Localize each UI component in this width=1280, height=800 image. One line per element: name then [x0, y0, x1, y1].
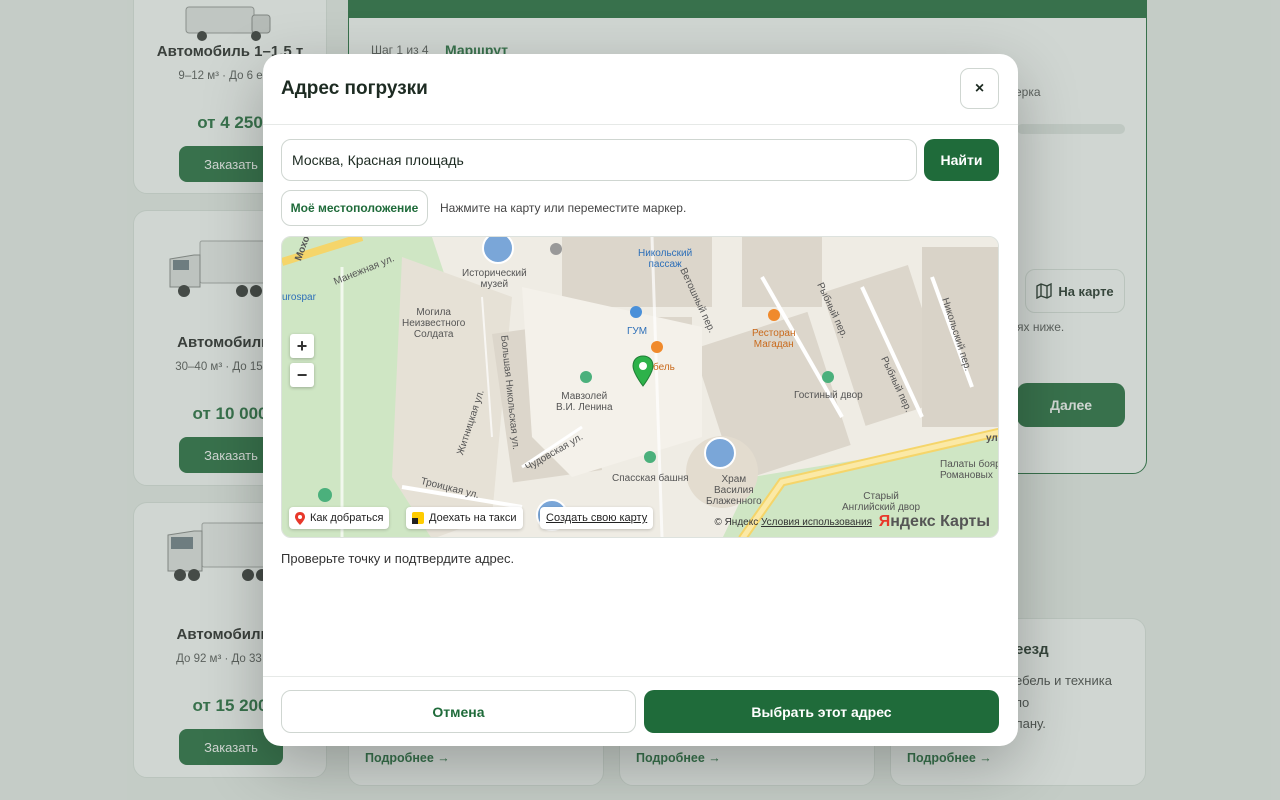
map-label: ГУМ [627, 326, 648, 337]
yandex-map[interactable]: Исторический музей Никольский пассаж ГУМ… [281, 236, 999, 538]
map-label: Храм Василия Блаженного [706, 474, 762, 507]
logo-letter: Я [878, 513, 891, 530]
route-label: Как добраться [310, 512, 384, 524]
street-label: ул [986, 433, 998, 444]
address-modal: Адрес погрузки × Найти Моё местоположени… [263, 54, 1018, 746]
pin-icon [295, 511, 305, 525]
map-label: Мавзолей В.И. Ленина [556, 391, 613, 413]
map-hint: Нажмите на карту или переместите маркер. [440, 201, 687, 215]
map-label: Палаты бояр Романовых [940, 459, 999, 481]
map-label: Ресторан Магадан [752, 328, 796, 350]
choose-address-button[interactable]: Выбрать этот адрес [644, 690, 999, 733]
route-button[interactable]: Как добраться [289, 507, 390, 529]
map-label: Гостиный двор [794, 390, 863, 401]
map-label: urospar [282, 292, 316, 303]
close-button[interactable]: × [960, 68, 999, 109]
yandex-maps-logo[interactable]: Яндекс Карты [879, 513, 990, 531]
copyright-text: © Яндекс [714, 517, 759, 528]
modal-title: Адрес погрузки [281, 78, 428, 99]
address-input[interactable] [281, 139, 917, 181]
create-map-label: Создать свою карту [546, 512, 648, 524]
location-marker-icon[interactable] [631, 355, 655, 389]
map-label: Старый Английский двор [842, 491, 921, 513]
confirm-text: Проверьте точку и подтвердите адрес. [281, 551, 515, 566]
cancel-button[interactable]: Отмена [281, 690, 636, 733]
my-location-button[interactable]: Моё местоположение [281, 190, 428, 226]
taxi-label: Доехать на такси [429, 512, 517, 524]
zoom-in-button[interactable]: + [290, 334, 314, 358]
logo-text: ндекс Карты [890, 513, 990, 530]
find-button[interactable]: Найти [924, 139, 999, 181]
taxi-button[interactable]: Доехать на такси [406, 507, 523, 529]
close-icon: × [974, 79, 985, 97]
modal-footer: Отмена Выбрать этот адрес [263, 676, 1018, 746]
map-label: Спасская башня [612, 473, 689, 484]
zoom-out-button[interactable]: − [290, 363, 314, 387]
map-label: Могила Неизвестного Солдата [402, 307, 466, 340]
map-label: бель [653, 362, 675, 373]
map-label: Исторический музей [462, 268, 527, 290]
terms-link[interactable]: Условия использования [761, 517, 872, 528]
taxi-icon [412, 512, 424, 524]
create-map-button[interactable]: Создать свою карту [540, 507, 654, 529]
map-copyright: © Яндекс Условия использования [714, 517, 872, 528]
modal-header: Адрес погрузки × [263, 54, 1018, 125]
